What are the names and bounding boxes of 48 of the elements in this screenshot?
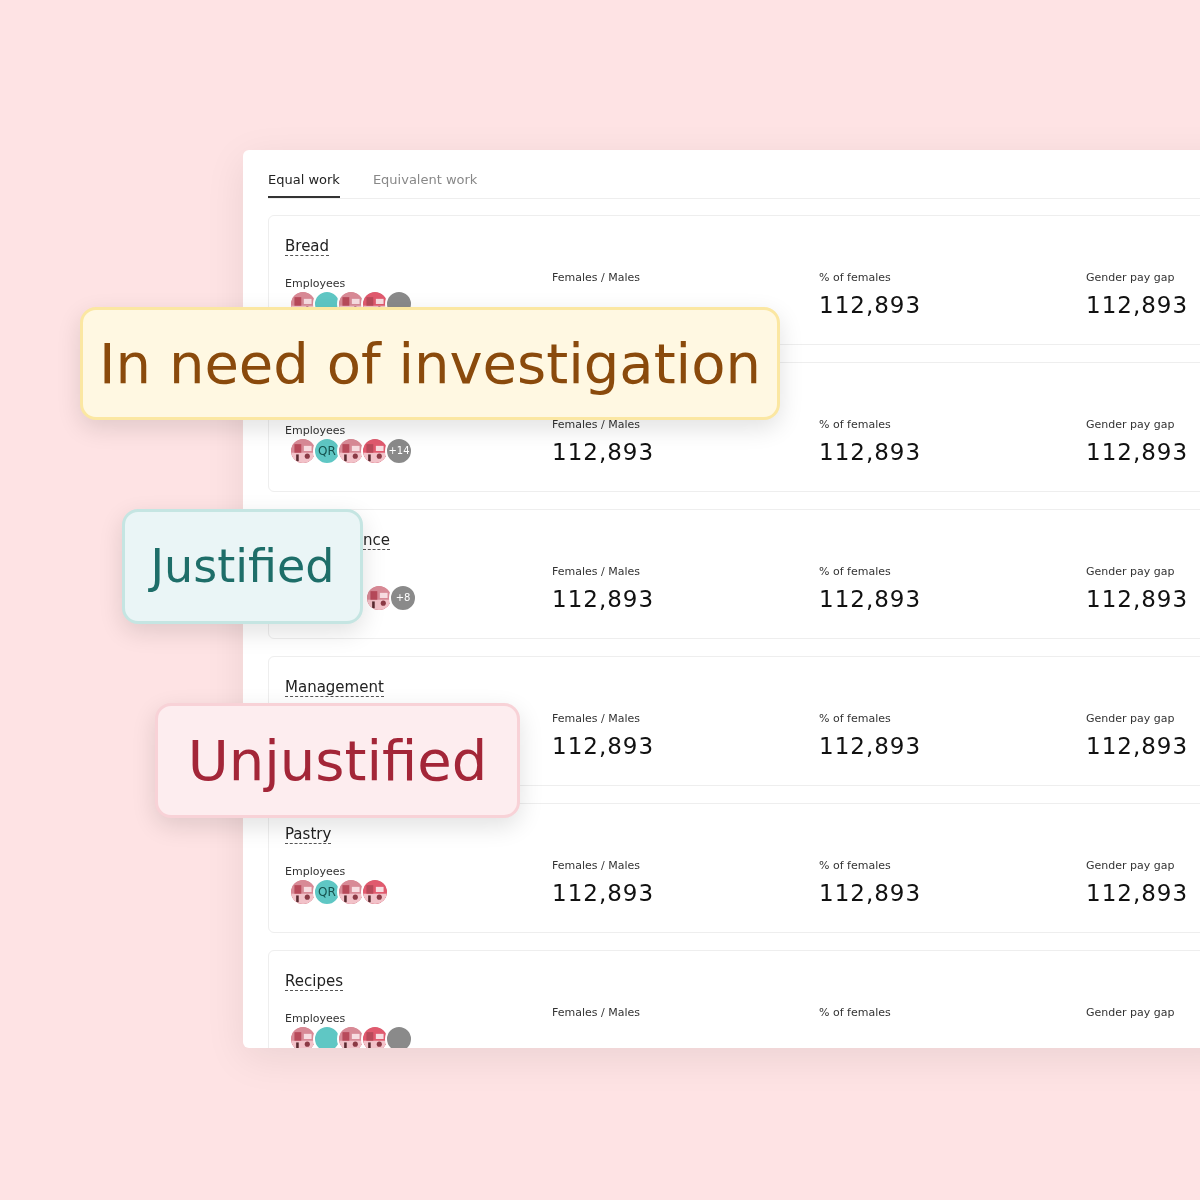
stat-value: 112,893 — [819, 584, 923, 614]
column-label: % of females — [819, 857, 892, 874]
stat-value: 112,893 — [819, 731, 923, 761]
column-label: Employees — [285, 864, 346, 878]
stat-value: 112,893 — [1086, 878, 1190, 908]
stat-value: 112,893 — [552, 437, 656, 467]
column-label: Gender pay gap — [1086, 416, 1176, 433]
stat-value: 112,893 — [1086, 437, 1190, 467]
column-label: Females / Males — [552, 1004, 641, 1021]
stat-value: 112,893 — [552, 584, 656, 614]
status-label: In need of investigation — [80, 307, 780, 420]
tab[interactable]: Equal work — [268, 170, 340, 198]
category-title[interactable]: Recipes — [285, 971, 343, 991]
column-label: Females / Males — [552, 857, 641, 874]
tab[interactable]: Equivalent work — [372, 170, 478, 198]
column-label: % of females — [819, 1004, 892, 1021]
column-label: Gender pay gap — [1086, 563, 1176, 580]
status-label: Unjustified — [155, 703, 520, 818]
column-label: % of females — [819, 269, 892, 286]
category-title[interactable]: Bread — [285, 236, 330, 256]
stat-value: 112,893 — [552, 878, 656, 908]
stat-value: 112,893 — [1086, 584, 1190, 614]
stat-value: 112,893 — [552, 731, 656, 761]
category-title[interactable]: Pastry — [285, 824, 332, 844]
column-label: Employees — [285, 276, 346, 290]
column-label: Gender pay gap — [1086, 857, 1176, 874]
stat-value: 112,893 — [819, 290, 923, 320]
stat-value: 112,893 — [1086, 290, 1190, 320]
column-label: Gender pay gap — [1086, 710, 1176, 727]
column-label: Employees — [285, 1011, 346, 1025]
column-label: Females / Males — [552, 563, 641, 580]
stat-value: 112,893 — [1086, 731, 1190, 761]
column-label: % of females — [819, 563, 892, 580]
more-count: +14 — [385, 436, 413, 465]
more-count: +8 — [389, 583, 417, 612]
column-label: Employees — [285, 423, 346, 437]
column-label: Gender pay gap — [1086, 269, 1176, 286]
avatar-initials: QR — [313, 877, 341, 906]
column-label: Females / Males — [552, 710, 641, 727]
status-label: Justified — [122, 509, 363, 624]
category-title[interactable]: Management — [285, 677, 384, 697]
column-label: % of females — [819, 710, 892, 727]
avatar-initials: QR — [313, 436, 341, 465]
column-label: Gender pay gap — [1086, 1004, 1176, 1021]
column-label: % of females — [819, 416, 892, 433]
stat-value: 112,893 — [819, 437, 923, 467]
column-label: Females / Males — [552, 269, 641, 286]
stat-value: 112,893 — [819, 878, 923, 908]
